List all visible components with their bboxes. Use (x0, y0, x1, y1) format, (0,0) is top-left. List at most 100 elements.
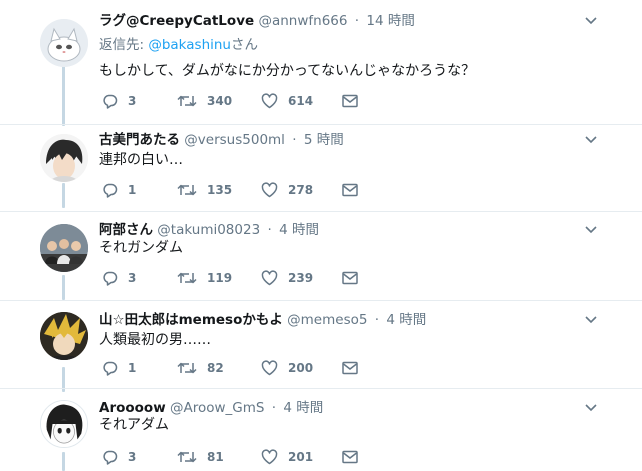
like-button[interactable]: 278 (261, 180, 313, 200)
reply-icon (103, 361, 118, 376)
heart-icon (261, 360, 278, 376)
tweet[interactable]: ラグ@CreepyCatLove @annwfn666 · 14 時間 返信先:… (0, 11, 642, 124)
envelope-icon (342, 271, 358, 285)
reply-button[interactable]: 1 (102, 358, 136, 378)
display-name[interactable]: 阿部さん (99, 222, 153, 238)
anime-character-avatar[interactable] (40, 400, 88, 448)
envelope-icon (342, 94, 358, 108)
separator: · (267, 222, 272, 238)
display-name[interactable]: 山☆田太郎はmemesoかもよ (99, 312, 283, 328)
tweet[interactable]: Aroooow @Aroow_GmS · 4 時間 それアダム 3 81 201 (0, 398, 642, 471)
direct-message-button[interactable] (342, 180, 358, 200)
tweet-actions: 3 340 614 (99, 91, 379, 111)
like-count: 278 (288, 183, 314, 197)
tweet-header: 阿部さん @takumi08023 · 4 時間 (99, 220, 319, 240)
divider (0, 300, 642, 301)
tweet-text: 連邦の白い… (99, 152, 183, 168)
reply-mention-link[interactable]: @bakashinu (148, 37, 231, 53)
chevron-down-icon[interactable] (584, 133, 598, 147)
reply-icon (103, 450, 118, 465)
like-count: 200 (288, 361, 314, 375)
heart-icon (261, 270, 278, 286)
reply-icon (103, 94, 118, 109)
reply-count: 3 (128, 94, 137, 108)
divider (0, 124, 642, 125)
retweet-icon (177, 362, 197, 374)
retweet-button[interactable]: 119 (177, 268, 232, 288)
retweet-button[interactable]: 81 (177, 447, 224, 467)
divider (0, 388, 642, 389)
retweet-button[interactable]: 340 (177, 91, 232, 111)
retweet-count: 81 (207, 450, 224, 464)
direct-message-button[interactable] (342, 91, 358, 111)
reply-context: 返信先: @bakashinuさん (99, 36, 258, 54)
retweet-button[interactable]: 82 (177, 358, 224, 378)
tweet-actions: 3 81 201 (99, 447, 379, 467)
chevron-down-icon[interactable] (584, 401, 598, 415)
direct-message-button[interactable] (342, 358, 358, 378)
like-button[interactable]: 614 (261, 91, 313, 111)
tweet-text: 人類最初の男…… (99, 332, 211, 348)
direct-message-button[interactable] (342, 447, 358, 467)
reply-button[interactable]: 3 (102, 447, 136, 467)
tweet-actions: 1 82 200 (99, 358, 379, 378)
anime-character-avatar[interactable] (40, 134, 88, 182)
retweet-button[interactable]: 135 (177, 180, 232, 200)
reply-button[interactable]: 1 (102, 180, 136, 200)
user-handle[interactable]: @memeso5 (287, 312, 367, 328)
reply-prefix: 返信先: (99, 37, 149, 53)
heart-icon (261, 449, 278, 465)
retweet-count: 340 (207, 94, 233, 108)
separator: · (271, 400, 277, 416)
timestamp[interactable]: 5 時間 (304, 132, 344, 148)
display-name[interactable]: Aroooow (99, 400, 166, 416)
tweet-header: 山☆田太郎はmemesoかもよ @memeso5 · 4 時間 (99, 310, 426, 330)
chevron-down-icon[interactable] (584, 223, 598, 237)
group-photo-avatar[interactable] (40, 224, 88, 272)
reply-count: 1 (128, 183, 137, 197)
display-name[interactable]: ラグ@CreepyCatLove (99, 13, 254, 29)
like-button[interactable]: 200 (261, 358, 313, 378)
timestamp[interactable]: 4 時間 (283, 400, 323, 416)
heart-icon (261, 93, 278, 109)
timestamp[interactable]: 4 時間 (279, 222, 319, 238)
envelope-icon (342, 450, 358, 464)
tweet-header: 古美門あたる @versus500ml · 5 時間 (99, 130, 344, 150)
user-handle[interactable]: @versus500ml (184, 132, 285, 148)
envelope-icon (342, 361, 358, 375)
anime-character-avatar[interactable] (40, 312, 88, 360)
retweet-icon (177, 95, 197, 107)
separator: · (292, 132, 297, 148)
chevron-down-icon[interactable] (584, 14, 598, 28)
tweet[interactable]: 山☆田太郎はmemesoかもよ @memeso5 · 4 時間 人類最初の男……… (0, 310, 642, 396)
like-button[interactable]: 201 (261, 447, 313, 467)
direct-message-button[interactable] (342, 268, 358, 288)
timestamp[interactable]: 14 時間 (366, 13, 414, 29)
tweet-text: それガンダム (99, 240, 183, 256)
cat-avatar[interactable] (40, 19, 88, 67)
divider (0, 211, 642, 212)
reply-icon (103, 271, 118, 286)
timestamp[interactable]: 4 時間 (386, 312, 426, 328)
reply-icon (103, 183, 118, 198)
retweet-icon (177, 451, 197, 463)
reply-button[interactable]: 3 (102, 91, 136, 111)
reply-count: 3 (128, 271, 137, 285)
tweet-actions: 3 119 239 (99, 268, 379, 288)
tweet[interactable]: 阿部さん @takumi08023 · 4 時間 それガンダム 3 119 23… (0, 220, 642, 306)
tweet[interactable]: 古美門あたる @versus500ml · 5 時間 連邦の白い… 1 135 … (0, 130, 642, 216)
user-handle[interactable]: @annwfn666 (258, 13, 347, 29)
tweet-header: ラグ@CreepyCatLove @annwfn666 · 14 時間 (99, 11, 415, 31)
tweet-actions: 1 135 278 (99, 180, 379, 200)
user-handle[interactable]: @takumi08023 (157, 222, 260, 238)
retweet-count: 82 (207, 361, 224, 375)
retweet-icon (177, 272, 197, 284)
reply-button[interactable]: 3 (102, 268, 136, 288)
display-name[interactable]: 古美門あたる (99, 132, 180, 148)
separator: · (354, 13, 360, 29)
user-handle[interactable]: @Aroow_GmS (170, 400, 264, 416)
tweet-text: それアダム (99, 417, 169, 433)
chevron-down-icon[interactable] (584, 313, 598, 327)
like-button[interactable]: 239 (261, 268, 313, 288)
heart-icon (261, 182, 278, 198)
